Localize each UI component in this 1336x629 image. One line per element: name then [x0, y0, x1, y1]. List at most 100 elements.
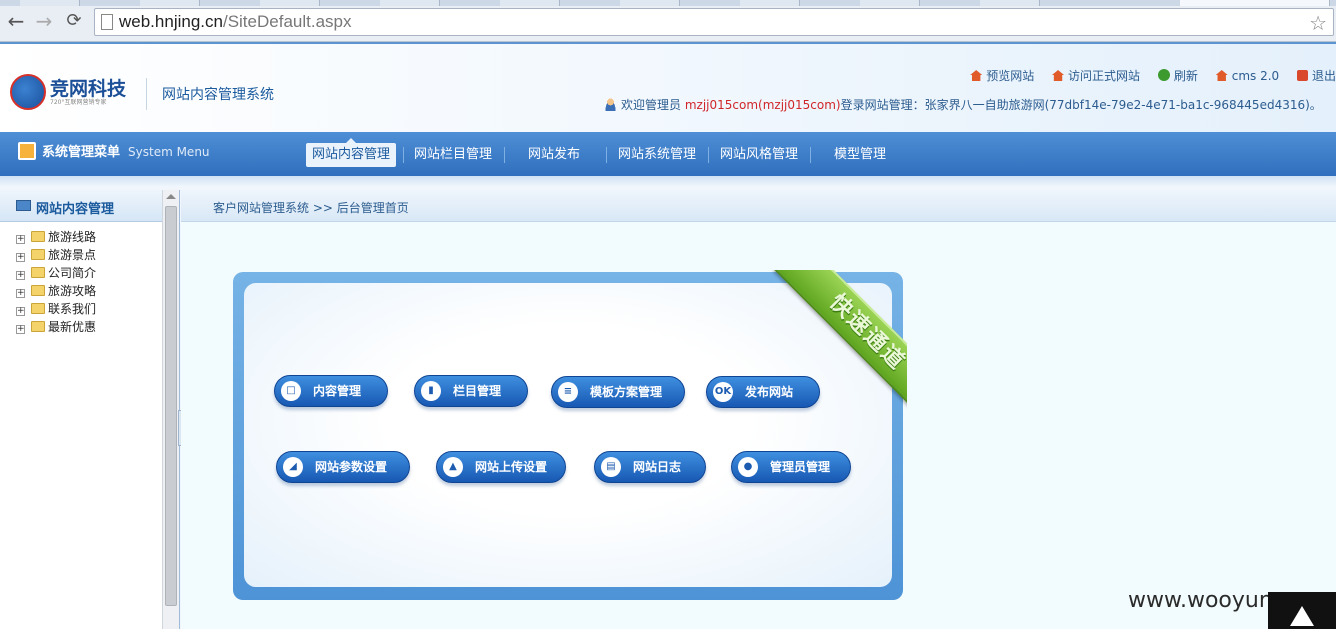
- tree-node[interactable]: + 旅游攻略: [16, 282, 96, 300]
- upload-icon: ▲: [443, 457, 463, 477]
- browser-chrome: ← → ⟳ web.hnjing.cn/SiteDefault.aspx ☆: [0, 0, 1336, 42]
- house-icon: [1215, 70, 1228, 81]
- bar-chart-icon: ▮: [421, 381, 441, 401]
- back-icon[interactable]: ←: [4, 10, 28, 34]
- browser-tab[interactable]: [740, 0, 800, 6]
- tab-strip: [0, 0, 1336, 6]
- scroll-thumb[interactable]: [165, 206, 177, 606]
- menu-item-publish[interactable]: 网站发布: [522, 143, 586, 167]
- menu-divider: [810, 147, 811, 163]
- preview-site-link[interactable]: 预览网站: [970, 67, 1034, 84]
- system-title: 网站内容管理系统: [162, 87, 274, 103]
- forward-icon[interactable]: →: [32, 10, 56, 34]
- header-divider: [146, 78, 147, 110]
- folder-icon: [31, 321, 45, 332]
- monitor-icon: [16, 200, 31, 211]
- folder-icon: [31, 249, 45, 260]
- site-log-button[interactable]: ▤ 网站日志: [594, 451, 706, 483]
- upload-box-icon: [18, 142, 36, 160]
- log-icon: ▤: [601, 457, 621, 477]
- tree-node[interactable]: + 最新优惠: [16, 318, 96, 336]
- menu-item-columns[interactable]: 网站栏目管理: [410, 143, 496, 167]
- browser-tab[interactable]: [380, 0, 440, 6]
- refresh-icon: [1157, 69, 1170, 81]
- menu-item-system[interactable]: 网站系统管理: [614, 143, 700, 167]
- menu-divider: [606, 147, 607, 163]
- expand-icon[interactable]: +: [16, 289, 25, 298]
- star-icon[interactable]: ☆: [1309, 11, 1327, 35]
- expand-icon[interactable]: +: [16, 253, 25, 262]
- menu-divider: [403, 147, 404, 163]
- house-icon: [970, 70, 983, 81]
- ribbon-label: 快速通道: [824, 289, 907, 376]
- browser-tab[interactable]: [20, 0, 80, 6]
- content-manage-button[interactable]: □ 内容管理: [274, 375, 388, 407]
- scroll-up-icon[interactable]: [166, 194, 176, 199]
- ok-icon: OK: [713, 382, 733, 402]
- template-manage-button[interactable]: ≡ 模板方案管理: [551, 376, 685, 408]
- content-tree: + 旅游线路 + 旅游景点 + 公司简介 + 旅游攻略 + 联系我们 + 最新优惠: [16, 228, 96, 336]
- browser-tab[interactable]: [500, 0, 560, 6]
- url-text[interactable]: web.hnjing.cn/SiteDefault.aspx: [119, 12, 351, 32]
- sidebar-header: 网站内容管理: [0, 190, 162, 222]
- menu-item-model[interactable]: 模型管理: [828, 143, 892, 167]
- browser-tab[interactable]: [860, 0, 920, 6]
- main-content: 客户网站管理系统 >> 后台管理首页 □ 内容管理 ▮ 栏目管理 ≡ 模板方案管理 O…: [181, 190, 1336, 629]
- admin-username: mzjj015com(mzjj015com): [684, 98, 841, 112]
- app-header: 竞网科技 720°互联网营销专家 网站内容管理系统 预览网站 访问正式网站 刷新…: [0, 42, 1336, 132]
- main-menu-bar: 系统管理菜单 System Menu 网站内容管理 网站栏目管理 网站发布 网站系…: [0, 132, 1336, 186]
- document-icon: □: [281, 381, 301, 401]
- cms-link[interactable]: cms 2.0: [1215, 69, 1279, 83]
- list-icon: ≡: [558, 382, 578, 402]
- reload-icon[interactable]: ⟳: [62, 10, 86, 34]
- upload-settings-button[interactable]: ▲ 网站上传设置: [436, 451, 566, 483]
- sidebar-scrollbar[interactable]: [162, 190, 179, 629]
- expand-icon[interactable]: +: [16, 307, 25, 316]
- refresh-link[interactable]: 刷新: [1157, 67, 1198, 84]
- menu-divider: [504, 147, 505, 163]
- browser-tab[interactable]: [260, 0, 320, 6]
- logo-subtitle: 720°互联网营销专家: [50, 99, 107, 106]
- user-icon: [604, 98, 617, 111]
- column-manage-button[interactable]: ▮ 栏目管理: [414, 375, 528, 407]
- tree-node[interactable]: + 公司简介: [16, 264, 96, 282]
- browser-tab[interactable]: [140, 0, 200, 6]
- ribbon-band: 快速通道: [774, 270, 907, 426]
- top-links: 预览网站 访问正式网站 刷新 cms 2.0 退出: [956, 67, 1336, 84]
- expand-icon[interactable]: +: [16, 271, 25, 280]
- expand-icon[interactable]: +: [16, 235, 25, 244]
- browser-tab-active[interactable]: [1180, 0, 1330, 6]
- site-params-button[interactable]: ◢ 网站参数设置: [276, 451, 410, 483]
- breadcrumb: 客户网站管理系统 >> 后台管理首页: [213, 201, 409, 215]
- menu-item-style[interactable]: 网站风格管理: [716, 143, 802, 167]
- expand-icon[interactable]: +: [16, 325, 25, 334]
- exit-icon: [1296, 70, 1308, 81]
- page-icon: [101, 14, 113, 30]
- tree-node[interactable]: + 联系我们: [16, 300, 96, 318]
- address-bar[interactable]: web.hnjing.cn/SiteDefault.aspx ☆: [94, 8, 1334, 36]
- breadcrumb-bar: 客户网站管理系统 >> 后台管理首页: [181, 190, 1336, 222]
- tree-node[interactable]: + 旅游景点: [16, 246, 96, 264]
- left-sidebar: 网站内容管理 + 旅游线路 + 旅游景点 + 公司简介 + 旅游攻略 + 联系我们 + 最新…: [0, 190, 180, 629]
- folder-icon: [31, 303, 45, 314]
- folder-icon: [31, 267, 45, 278]
- house-icon: [1052, 70, 1065, 81]
- quick-access-panel: □ 内容管理 ▮ 栏目管理 ≡ 模板方案管理 OK 发布网站 ◢ 网站参数设置 ▲ 网站上传…: [233, 270, 907, 600]
- user-icon: ●: [738, 457, 758, 477]
- browser-tab[interactable]: [620, 0, 680, 6]
- visit-site-link[interactable]: 访问正式网站: [1052, 67, 1140, 84]
- browser-tab[interactable]: [980, 0, 1040, 6]
- admin-manage-button[interactable]: ● 管理员管理: [731, 451, 851, 483]
- logo-icon: [10, 74, 46, 110]
- logout-link[interactable]: 退出: [1296, 67, 1336, 84]
- menu-item-content[interactable]: 网站内容管理: [306, 138, 396, 167]
- tree-node[interactable]: + 旅游线路: [16, 228, 96, 246]
- settings-icon: ◢: [283, 457, 303, 477]
- corner-logo-icon: [1268, 592, 1336, 629]
- folder-icon: [31, 231, 45, 242]
- sidebar-title: 网站内容管理: [36, 202, 115, 217]
- folder-icon: [31, 285, 45, 296]
- welcome-text: 欢迎管理员 mzjj015com(mzjj015com)登录网站管理：张家界八一…: [604, 96, 1322, 113]
- menu-divider: [708, 147, 709, 163]
- quick-channel-ribbon: 快速通道: [747, 270, 907, 430]
